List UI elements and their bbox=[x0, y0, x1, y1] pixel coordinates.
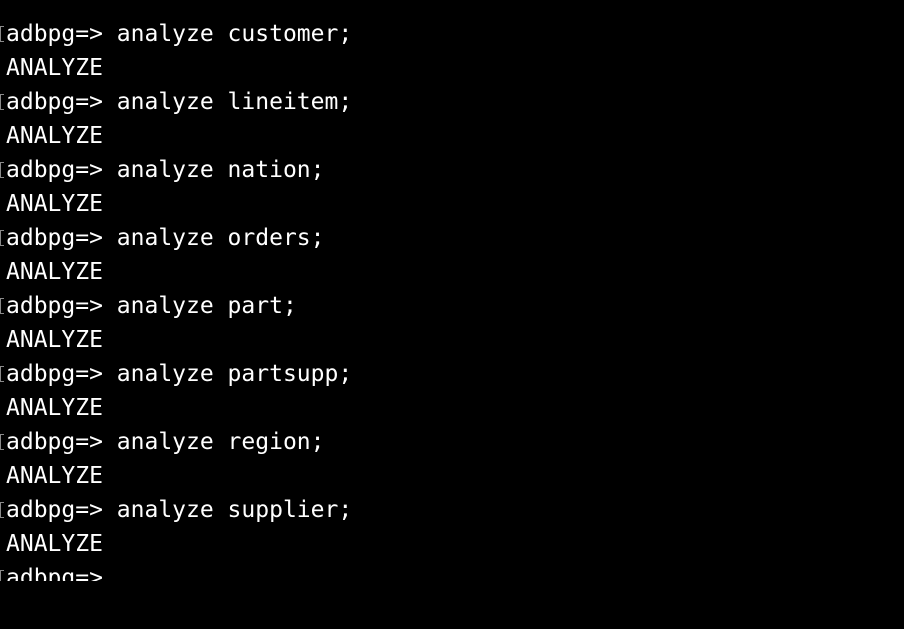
command-line: adbpg=> analyze region; bbox=[0, 425, 904, 459]
mark-bracket bbox=[0, 570, 4, 581]
command-text: analyze region; bbox=[102, 429, 325, 455]
output-line: ANALYZE bbox=[0, 51, 904, 85]
command-text: analyze part; bbox=[102, 293, 297, 319]
output-line: ANALYZE bbox=[0, 323, 904, 357]
mark-bracket bbox=[0, 162, 4, 178]
mark-bracket bbox=[0, 26, 4, 42]
output-text: ANALYZE bbox=[6, 191, 103, 217]
mark-bracket bbox=[0, 434, 4, 450]
command-text: analyze lineitem; bbox=[102, 89, 353, 115]
output-text: ANALYZE bbox=[6, 123, 103, 149]
mark-bracket bbox=[0, 94, 4, 110]
prompt: adbpg=> bbox=[6, 497, 103, 523]
prompt: adbpg=> bbox=[6, 21, 103, 47]
output-line: ANALYZE bbox=[0, 459, 904, 493]
command-line: adbpg=> analyze partsupp; bbox=[0, 357, 904, 391]
prompt: adbpg=> bbox=[6, 565, 103, 581]
command-line: adbpg=> analyze supplier; bbox=[0, 493, 904, 527]
output-text: ANALYZE bbox=[6, 531, 103, 557]
command-text: analyze partsupp; bbox=[102, 361, 353, 387]
mark-bracket bbox=[0, 366, 4, 382]
command-line: adbpg=> analyze nation; bbox=[0, 153, 904, 187]
mark-bracket bbox=[0, 502, 4, 518]
mark-bracket bbox=[0, 298, 4, 314]
command-text: analyze orders; bbox=[102, 225, 325, 251]
output-line: ANALYZE bbox=[0, 391, 904, 425]
prompt: adbpg=> bbox=[6, 157, 103, 183]
output-text: ANALYZE bbox=[6, 259, 103, 285]
output-text: ANALYZE bbox=[6, 327, 103, 353]
command-text: analyze nation; bbox=[102, 157, 325, 183]
command-text: analyze customer; bbox=[102, 21, 353, 47]
prompt: adbpg=> bbox=[6, 225, 103, 251]
prompt: adbpg=> bbox=[6, 361, 103, 387]
command-line: adbpg=> analyze part; bbox=[0, 289, 904, 323]
terminal-window[interactable]: adbpg=> analyze customer; ANALYZE adbpg=… bbox=[0, 17, 904, 581]
output-text: ANALYZE bbox=[6, 395, 103, 421]
prompt: adbpg=> bbox=[6, 293, 103, 319]
output-line: ANALYZE bbox=[0, 255, 904, 289]
output-line: ANALYZE bbox=[0, 119, 904, 153]
command-line: adbpg=> analyze orders; bbox=[0, 221, 904, 255]
command-text: analyze supplier; bbox=[102, 497, 353, 523]
output-line: ANALYZE bbox=[0, 187, 904, 221]
output-text: ANALYZE bbox=[6, 55, 103, 81]
output-line: ANALYZE bbox=[0, 527, 904, 561]
command-line: adbpg=> analyze lineitem; bbox=[0, 85, 904, 119]
mark-bracket bbox=[0, 230, 4, 246]
prompt: adbpg=> bbox=[6, 89, 103, 115]
current-prompt-line[interactable]: adbpg=> bbox=[0, 561, 904, 581]
output-text: ANALYZE bbox=[6, 463, 103, 489]
prompt: adbpg=> bbox=[6, 429, 103, 455]
command-line: adbpg=> analyze customer; bbox=[0, 17, 904, 51]
